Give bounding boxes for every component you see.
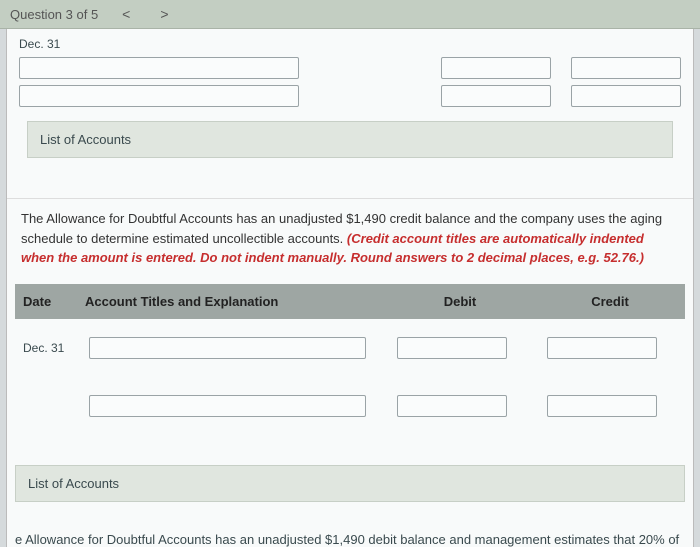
list-accounts-label: List of Accounts [28,476,119,491]
account-title-input[interactable] [19,57,299,79]
debit-input[interactable] [397,395,507,417]
account-title-input[interactable] [19,85,299,107]
previous-journal-fragment: Dec. 31 List of Accounts [7,29,693,199]
debit-input[interactable] [441,85,551,107]
table-header-row: Date Account Titles and Explanation Debi… [15,284,685,319]
account-title-input[interactable] [89,395,366,417]
table-row: Dec. 31 [15,319,685,377]
question-indicator: Question 3 of 5 [10,7,98,22]
question-nav: Question 3 of 5 < > [0,0,700,29]
journal-entry-table: Date Account Titles and Explanation Debi… [15,284,685,435]
header-date: Date [15,284,77,319]
cutoff-instruction: e Allowance for Doubtful Accounts has an… [7,522,693,547]
header-credit: Credit [535,284,685,319]
credit-input[interactable] [571,85,681,107]
debit-input[interactable] [397,337,507,359]
table-row [15,377,685,435]
list-of-accounts-button[interactable]: List of Accounts [15,465,685,502]
account-title-input[interactable] [89,337,366,359]
next-question-arrow[interactable]: > [154,4,174,24]
list-of-accounts-button[interactable]: List of Accounts [27,121,673,158]
row-date: Dec. 31 [15,335,77,361]
header-title: Account Titles and Explanation [77,284,385,319]
main-content: Dec. 31 List of Accounts The Allowance f… [6,29,694,547]
credit-input[interactable] [571,57,681,79]
instruction-text: The Allowance for Doubtful Accounts has … [7,199,693,284]
prev-question-arrow[interactable]: < [116,4,136,24]
list-accounts-label: List of Accounts [40,132,131,147]
prev-input-row-2 [19,85,681,107]
debit-input[interactable] [441,57,551,79]
header-debit: Debit [385,284,535,319]
credit-input[interactable] [547,337,657,359]
prev-date-label: Dec. 31 [19,37,681,51]
prev-input-row-1 [19,57,681,79]
credit-input[interactable] [547,395,657,417]
